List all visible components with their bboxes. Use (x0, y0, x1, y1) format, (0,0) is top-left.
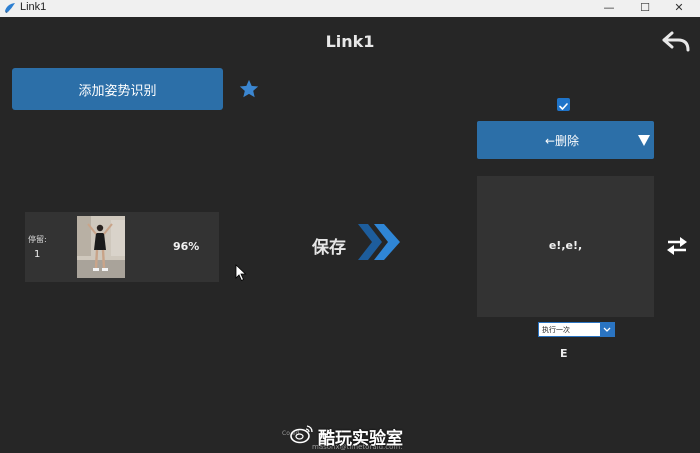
minimize-button[interactable]: — (594, 0, 624, 17)
maximize-button[interactable]: ☐ (630, 0, 660, 17)
run-mode-value: 执行一次 (542, 326, 570, 334)
confidence-value: 96% (173, 240, 200, 253)
hold-value: 1 (34, 249, 41, 260)
dropdown-triangle-icon[interactable] (637, 133, 651, 147)
page-title: Link1 (325, 32, 375, 51)
close-button[interactable]: ✕ (664, 0, 694, 17)
chevron-down-icon[interactable] (600, 323, 614, 336)
add-pose-recognition-button[interactable]: 添加姿势识别 (12, 68, 223, 110)
action-text: e!,e!, (548, 239, 583, 252)
window-title: Link1 (20, 1, 47, 13)
app-logo-icon (5, 3, 15, 13)
double-chevron-right-icon[interactable] (356, 222, 402, 262)
mouse-cursor-icon (235, 264, 247, 282)
key-label: E (560, 347, 568, 360)
watermark-brand: 酷玩实验室 (318, 429, 403, 449)
hold-label: 停留: (28, 235, 47, 244)
window-titlebar: Link1 — ☐ ✕ (0, 0, 700, 17)
enable-checkbox[interactable] (557, 98, 570, 111)
weibo-icon (290, 425, 313, 444)
pose-thumbnail (77, 216, 125, 278)
save-label[interactable]: 保存 (312, 233, 346, 258)
run-mode-select[interactable]: 执行一次 (538, 322, 615, 337)
swap-arrows-icon[interactable] (666, 235, 688, 257)
delete-label: ←删除 (545, 134, 580, 148)
star-icon[interactable] (238, 78, 260, 100)
action-card[interactable]: e!,e!, (477, 176, 654, 317)
delete-button[interactable]: ←删除 (477, 121, 654, 159)
pose-card[interactable]: 停留: 1 96% (25, 212, 219, 282)
back-arrow-icon[interactable] (660, 30, 692, 54)
